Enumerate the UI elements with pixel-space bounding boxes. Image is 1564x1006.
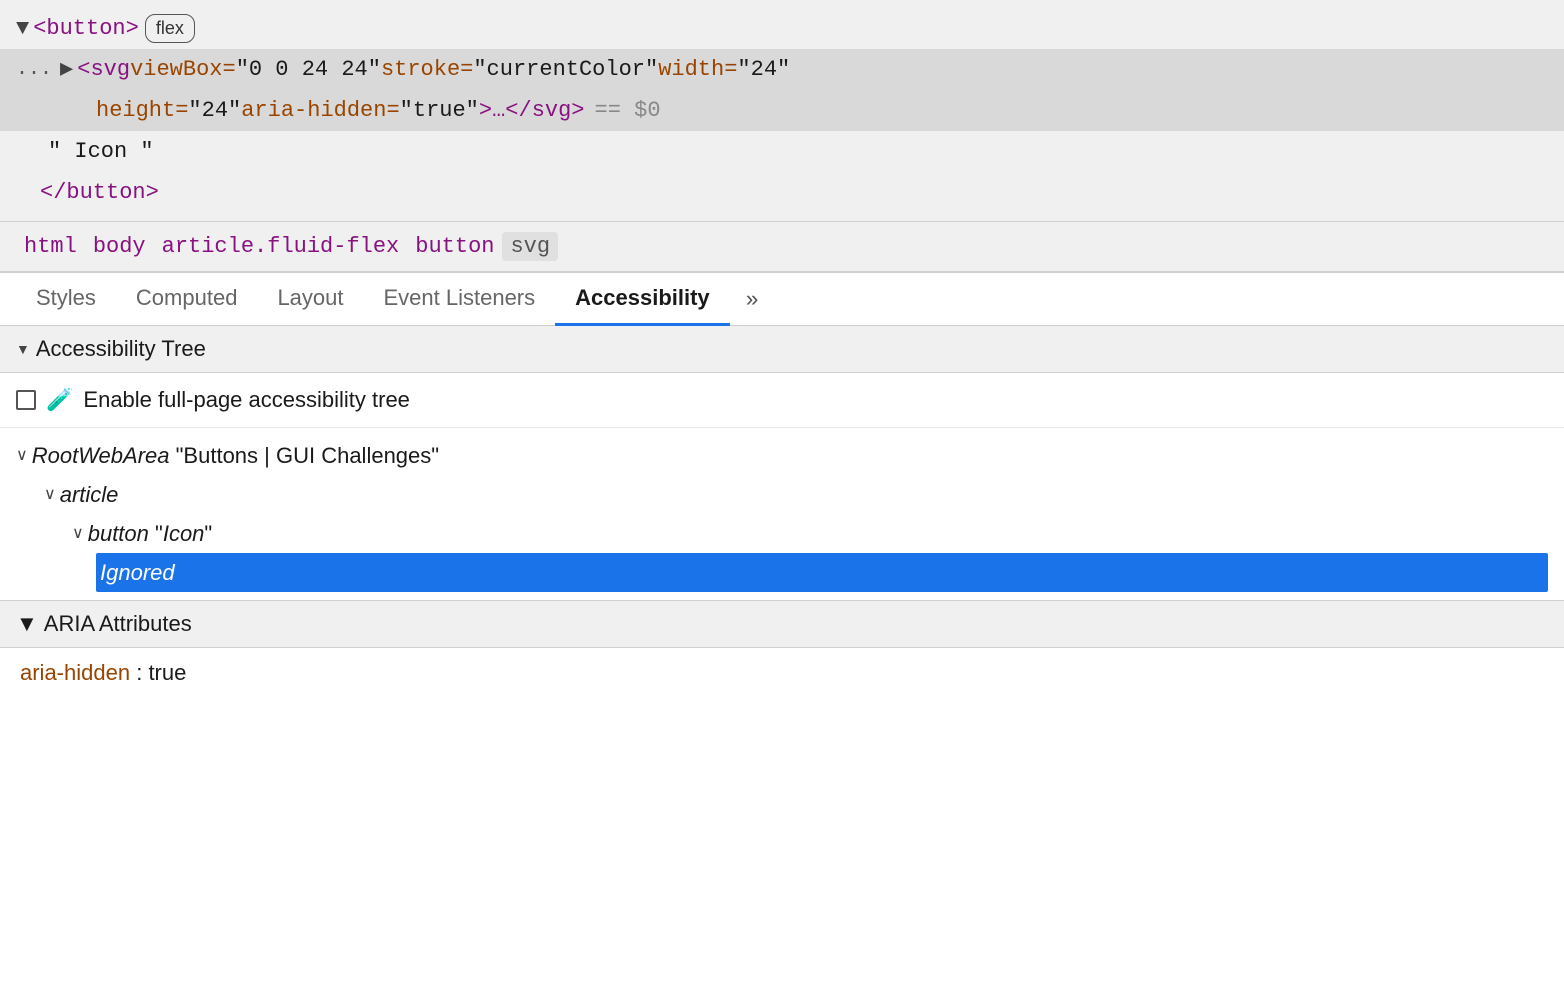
breadcrumb-svg[interactable]: svg (502, 232, 558, 261)
tab-event-listeners[interactable]: Event Listeners (364, 273, 556, 326)
svg-tag: <svg (77, 53, 130, 86)
ignored-type: Ignored (100, 556, 175, 589)
svg-tag-line: ... ▶ <svg viewBox="0 0 24 24" stroke="c… (0, 49, 1564, 90)
tree-node-button[interactable]: ∨ button "Icon" (72, 514, 1548, 553)
button-value: "Icon" (155, 517, 212, 550)
aria-attributes-header: ▼ ARIA Attributes (0, 600, 1564, 648)
svg-expand-arrow[interactable]: ▶ (60, 53, 73, 86)
svg-ariahidden-attr: aria-hidden= (241, 94, 399, 127)
svg-width-value: "24" (737, 53, 790, 86)
text-node: " Icon " (48, 135, 154, 168)
svg-viewbox-attr: viewBox= (130, 53, 236, 86)
rootwebarea-type: RootWebArea (32, 439, 170, 472)
svg-close-partial: >…</svg> (479, 94, 585, 127)
svg-viewbox-value: "0 0 24 24" (236, 53, 381, 86)
tab-computed[interactable]: Computed (116, 273, 258, 326)
accessibility-tree: ∨ RootWebArea "Buttons | GUI Challenges"… (0, 428, 1564, 600)
breadcrumb-body[interactable]: body (85, 232, 154, 261)
tree-node-rootwebarea[interactable]: ∨ RootWebArea "Buttons | GUI Challenges" (16, 436, 1548, 475)
beaker-icon: 🧪 (46, 387, 73, 413)
dom-dollar: == $0 (595, 94, 661, 127)
enable-fullpage-row: 🧪 Enable full-page accessibility tree (0, 373, 1564, 428)
rootwebarea-chevron: ∨ (16, 444, 28, 468)
button-tag: <button> (33, 12, 139, 45)
breadcrumb-article[interactable]: article.fluid-flex (154, 232, 408, 261)
article-chevron: ∨ (44, 483, 56, 507)
tree-section-arrow[interactable]: ▼ (16, 341, 30, 357)
button-chevron: ∨ (72, 522, 84, 546)
aria-hidden-value: true (148, 660, 186, 685)
button-type: button (88, 517, 149, 550)
enable-fullpage-checkbox[interactable] (16, 390, 36, 410)
tree-node-ignored[interactable]: Ignored (96, 553, 1548, 592)
svg-stroke-value: "currentColor" (473, 53, 658, 86)
button-tag-line: ▼ <button> flex (0, 8, 1564, 49)
rootwebarea-value: "Buttons | GUI Challenges" (176, 439, 439, 472)
breadcrumb-button[interactable]: button (407, 232, 502, 261)
accessibility-panel: ▼ Accessibility Tree 🧪 Enable full-page … (0, 326, 1564, 698)
dom-inspector: ▼ <button> flex ... ▶ <svg viewBox="0 0 … (0, 0, 1564, 222)
tree-section-title: Accessibility Tree (36, 336, 206, 362)
tab-accessibility[interactable]: Accessibility (555, 273, 730, 326)
tree-node-article[interactable]: ∨ article (44, 475, 1548, 514)
svg-tag-line-2: height="24" aria-hidden="true" >…</svg> … (0, 90, 1564, 131)
button-close-tag: </button> (40, 176, 159, 209)
aria-hidden-row: aria-hidden : true (0, 648, 1564, 698)
tab-layout[interactable]: Layout (257, 273, 363, 326)
tab-more[interactable]: » (730, 276, 775, 325)
svg-stroke-attr: stroke= (381, 53, 473, 86)
svg-ariahidden-value: "true" (400, 94, 479, 127)
svg-width-attr: width= (658, 53, 737, 86)
aria-hidden-name: aria-hidden (20, 660, 130, 685)
svg-height-attr: height= (96, 94, 188, 127)
aria-section-title: ARIA Attributes (44, 611, 192, 637)
panel-tabs: Styles Computed Layout Event Listeners A… (0, 273, 1564, 326)
tab-styles[interactable]: Styles (16, 273, 116, 326)
article-type: article (60, 478, 119, 511)
breadcrumb-html[interactable]: html (16, 232, 85, 261)
text-node-line: " Icon " (0, 131, 1564, 172)
svg-height-value: "24" (188, 94, 241, 127)
flex-badge: flex (145, 14, 195, 43)
button-close-line: </button> (0, 172, 1564, 213)
dom-dots: ... (16, 55, 52, 85)
aria-hidden-colon: : (136, 660, 148, 685)
accessibility-tree-header: ▼ Accessibility Tree (0, 326, 1564, 373)
expand-arrow[interactable]: ▼ (16, 12, 29, 45)
aria-section-arrow[interactable]: ▼ (16, 611, 38, 637)
breadcrumb: html body article.fluid-flex button svg (0, 222, 1564, 273)
enable-fullpage-label: Enable full-page accessibility tree (83, 387, 410, 413)
